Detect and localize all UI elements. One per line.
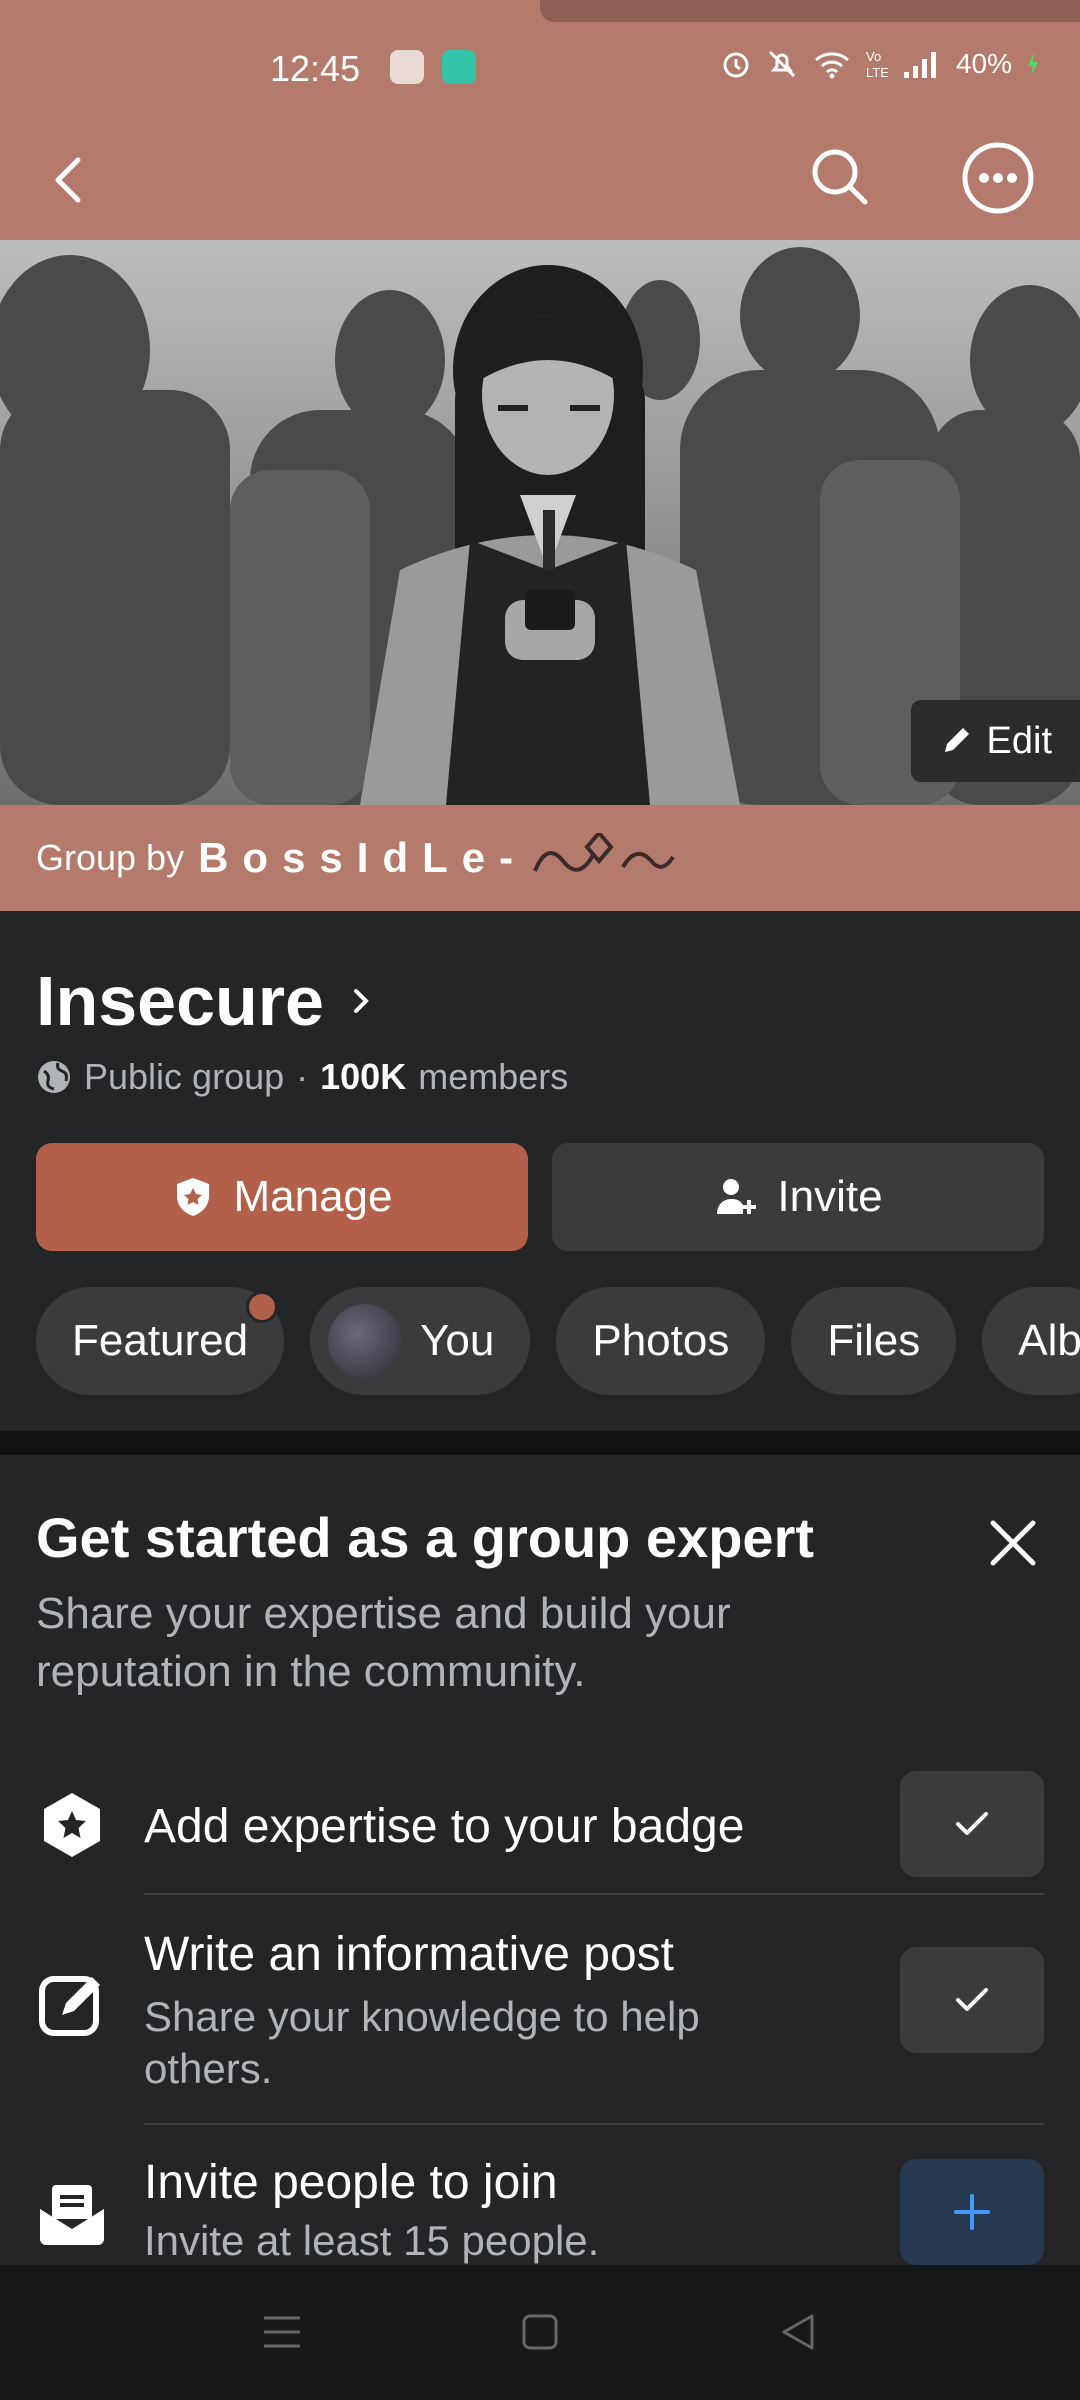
- meta-separator: ·: [296, 1056, 309, 1097]
- group-by-bar: Group by BossIdLe-: [0, 805, 1080, 911]
- tab-featured[interactable]: Featured: [36, 1287, 285, 1395]
- edit-cover-button[interactable]: Edit: [910, 700, 1080, 782]
- check-icon: [956, 1812, 988, 1835]
- group-by-prefix: Group by: [36, 837, 185, 878]
- action-buttons: Manage Invite: [36, 1143, 1044, 1251]
- card-title: Get started as a group expert: [36, 1506, 815, 1569]
- tab-featured-label: Featured: [72, 1316, 249, 1365]
- tab-photos-label: Photos: [592, 1316, 730, 1365]
- status-time: 12:45: [270, 48, 361, 89]
- edit-post-icon: [39, 1976, 100, 2036]
- member-label: members: [418, 1056, 569, 1097]
- plus-icon: [954, 2194, 990, 2230]
- battery-text: 40%: [955, 48, 1012, 79]
- back-icon[interactable]: [40, 150, 100, 210]
- tab-you-label: You: [420, 1316, 495, 1365]
- calendar-app-icon: [390, 50, 424, 84]
- recent-apps-icon[interactable]: [262, 2310, 302, 2354]
- task-description: Invite at least 15 people.: [144, 2217, 600, 2264]
- badge-star-icon: [44, 1793, 100, 1857]
- add-person-icon: [717, 1179, 757, 1214]
- pencil-icon: [944, 728, 969, 752]
- status-bar: 12:45 Vo LTE 40%: [0, 0, 1080, 130]
- invite-people-button[interactable]: [900, 2159, 1044, 2265]
- owner-name-decorative-glyphs: [533, 833, 675, 872]
- more-icon[interactable]: [960, 140, 1036, 216]
- chevron-right-icon[interactable]: [342, 981, 382, 1021]
- card-subtitle: Share your expertise and build your repu…: [36, 1589, 731, 1696]
- tab-you[interactable]: You: [310, 1287, 531, 1395]
- task-complete-button[interactable]: [900, 1771, 1044, 1877]
- volte-icon: VoLTE: [866, 49, 888, 80]
- invite-label: Invite: [777, 1172, 883, 1221]
- group-owner-name[interactable]: BossIdLe-: [198, 834, 527, 882]
- group-expert-card: Get started as a group expert Share your…: [0, 1455, 1080, 2265]
- task-invite-people: Invite people to join Invite at least 15…: [0, 2125, 1080, 2265]
- status-icons: Vo LTE 40%: [720, 48, 1040, 80]
- signal-icon: [903, 52, 936, 78]
- home-icon[interactable]: [520, 2310, 560, 2354]
- task-title: Write an informative post: [144, 1928, 674, 1981]
- task-write-post: Write an informative post Share your kno…: [0, 1895, 1080, 2125]
- manage-label: Manage: [233, 1172, 393, 1221]
- tab-albums-label: Alb: [1018, 1316, 1080, 1365]
- svg-text:Vo: Vo: [866, 49, 881, 64]
- shield-star-icon: [177, 1178, 210, 1216]
- task-title: Add expertise to your badge: [144, 1800, 745, 1853]
- group-title-row[interactable]: Insecure: [36, 961, 382, 1041]
- invite-button[interactable]: Invite: [552, 1143, 1044, 1251]
- group-info-section: Insecure Public group · 100K members Man…: [0, 911, 1080, 1431]
- search-icon[interactable]: [805, 142, 875, 212]
- task-add-expertise: Add expertise to your badge: [0, 1755, 1080, 1895]
- group-meta: Public group · 100K members: [36, 1056, 568, 1098]
- back-nav-icon[interactable]: [778, 2310, 818, 2354]
- check-icon: [956, 1988, 988, 2011]
- mute-icon: [768, 50, 796, 78]
- edit-cover-label: Edit: [986, 719, 1052, 762]
- avatar: [328, 1304, 403, 1378]
- top-app-bar: [0, 130, 1080, 240]
- close-icon[interactable]: [985, 1515, 1041, 1571]
- wifi-icon: [814, 52, 849, 79]
- manage-button[interactable]: Manage: [36, 1143, 528, 1251]
- battery-charging-icon: [1028, 52, 1038, 76]
- group-privacy: Public group: [84, 1056, 285, 1097]
- svg-text:LTE: LTE: [866, 65, 888, 80]
- globe-icon: [38, 1061, 70, 1093]
- task-description: Share your knowledge to help others.: [144, 1993, 700, 2092]
- tab-photos[interactable]: Photos: [556, 1287, 766, 1395]
- cover-photo: Edit: [0, 240, 1080, 805]
- chat-app-icon: [442, 50, 476, 84]
- status-bar-pill: [540, 0, 1080, 22]
- member-count: 100K: [320, 1056, 407, 1097]
- invite-mail-icon: [40, 2185, 104, 2245]
- task-complete-button[interactable]: [900, 1947, 1044, 2053]
- alarm-icon: [723, 52, 749, 78]
- task-title: Invite people to join: [144, 2156, 558, 2209]
- system-nav-bar: [0, 2265, 1080, 2400]
- notification-dot: [246, 1291, 279, 1323]
- group-tabs: Featured You Photos Files Alb: [36, 1287, 1080, 1395]
- tab-files[interactable]: Files: [791, 1287, 957, 1395]
- section-divider: [0, 1431, 1080, 1455]
- group-name[interactable]: Insecure: [36, 961, 324, 1041]
- tab-albums[interactable]: Alb: [982, 1287, 1080, 1395]
- tab-files-label: Files: [827, 1316, 921, 1365]
